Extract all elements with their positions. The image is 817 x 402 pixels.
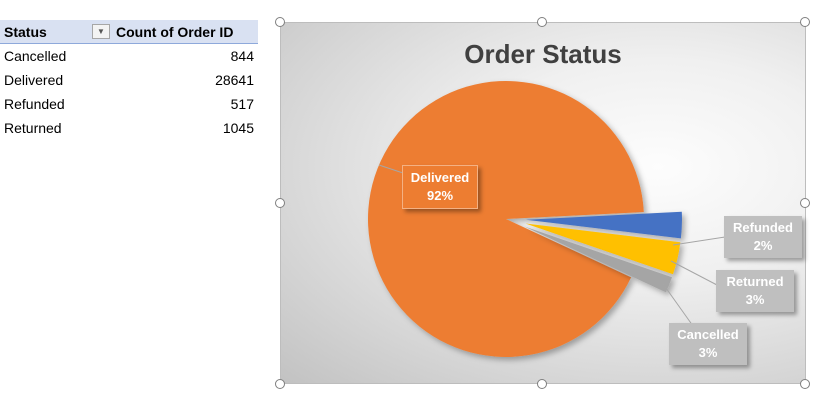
data-label-refunded[interactable]: Refunded 2%	[724, 216, 802, 258]
table-row: Cancelled 844	[0, 44, 258, 68]
data-label-name: Delivered	[410, 170, 470, 185]
leader-line-cancelled	[660, 280, 694, 327]
data-label-cancelled[interactable]: Cancelled 3%	[669, 323, 747, 365]
row-status: Cancelled	[4, 48, 67, 64]
row-count: 1045	[222, 120, 254, 136]
data-label-delivered[interactable]: Delivered 92%	[402, 165, 478, 209]
table-row: Delivered 28641	[0, 68, 258, 92]
data-label-percent: 2%	[753, 238, 773, 253]
row-status: Delivered	[4, 72, 64, 88]
row-count: 844	[230, 48, 254, 64]
row-status: Refunded	[4, 96, 65, 112]
pivot-header-row: Status ▼ Count of Order ID	[0, 20, 258, 44]
table-row: Returned 1045	[0, 116, 258, 140]
resize-handle-middle-right[interactable]	[800, 198, 810, 208]
data-label-percent: 3%	[698, 345, 718, 360]
pivot-table: Status ▼ Count of Order ID Cancelled 844…	[0, 20, 258, 140]
data-label-returned[interactable]: Returned 3%	[716, 270, 794, 312]
resize-handle-bottom-center[interactable]	[537, 379, 547, 389]
data-label-percent: 3%	[745, 292, 765, 307]
row-count: 517	[230, 96, 254, 112]
resize-handle-top-center[interactable]	[537, 17, 547, 27]
resize-handle-middle-left[interactable]	[275, 198, 285, 208]
row-status: Returned	[4, 120, 62, 136]
header-status: Status	[4, 23, 47, 40]
resize-handle-top-left[interactable]	[275, 17, 285, 27]
data-label-name: Cancelled	[677, 327, 739, 342]
row-count: 28641	[215, 72, 254, 88]
leader-line-returned	[670, 260, 718, 286]
dropdown-arrow-icon[interactable]: ▼	[92, 24, 110, 39]
data-label-percent: 92%	[426, 188, 454, 203]
resize-handle-top-right[interactable]	[800, 17, 810, 27]
data-label-name: Refunded	[733, 220, 793, 235]
resize-handle-bottom-left[interactable]	[275, 379, 285, 389]
table-row: Refunded 517	[0, 92, 258, 116]
data-label-name: Returned	[726, 274, 784, 289]
header-count: Count of Order ID	[116, 23, 234, 40]
resize-handle-bottom-right[interactable]	[800, 379, 810, 389]
chart-area[interactable]: Order Status Delivered 92% Refunded 2% R…	[280, 22, 806, 384]
